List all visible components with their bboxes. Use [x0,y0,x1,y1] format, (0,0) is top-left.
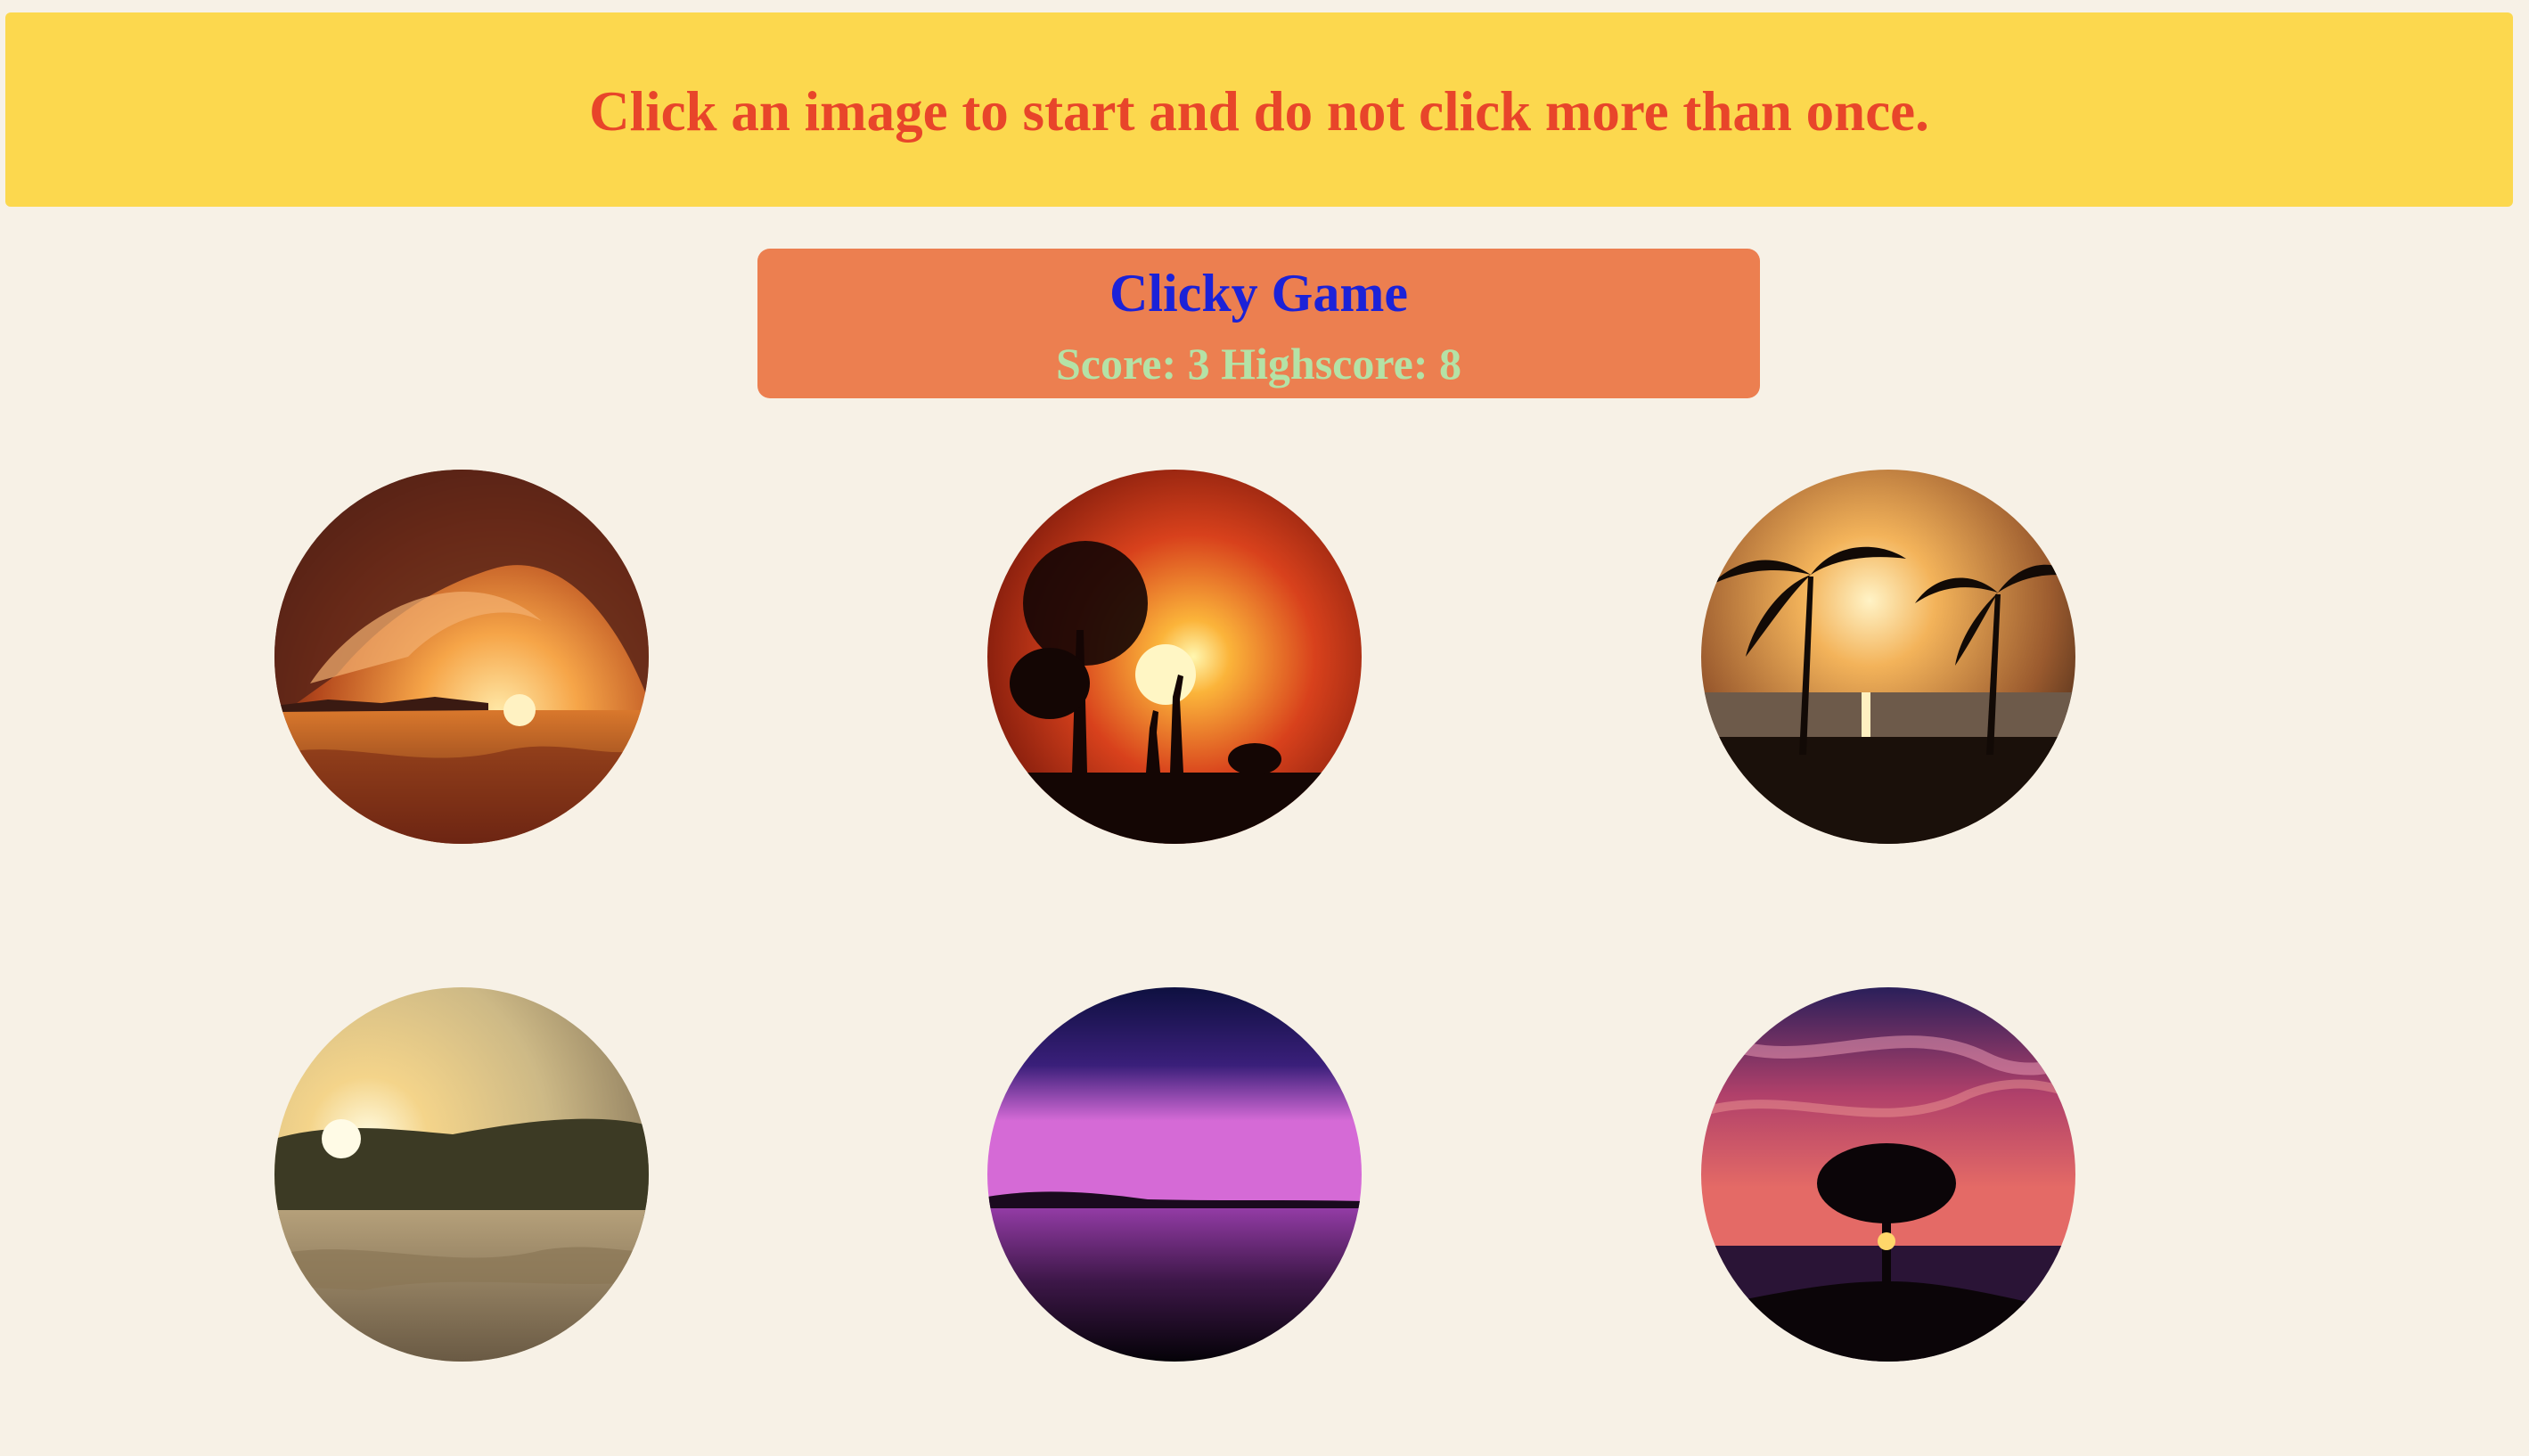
image-wave-sunset[interactable] [274,470,649,844]
savanna-sunset-picture [987,470,1362,844]
image-purple-lake[interactable] [987,987,1362,1362]
score-line: Score: 3 Highscore: 8 [757,334,1760,393]
score-label: Score: [1055,339,1177,389]
score-value: 3 [1187,339,1210,389]
image-lone-tree[interactable] [1701,987,2075,1362]
river-sunrise-picture [274,987,649,1362]
image-savanna-sunset[interactable] [987,470,1362,844]
game-title: Clicky Game [1109,264,1408,323]
lone-tree-picture [1701,987,2075,1362]
image-palm-beach[interactable] [1701,470,2075,844]
purple-lake-picture [987,987,1362,1362]
palm-beach-picture [1701,470,2075,844]
instruction-text: Click an image to start and do not click… [589,79,1929,143]
image-river-sunrise[interactable] [274,987,649,1362]
instruction-banner: Click an image to start and do not click… [5,12,2513,207]
highscore-value: 8 [1439,339,1461,389]
highscore-label: Highscore: [1221,339,1428,389]
wave-sunset-picture [274,470,649,844]
scoreboard: Clicky Game Score: 3 Highscore: 8 [757,249,1760,398]
